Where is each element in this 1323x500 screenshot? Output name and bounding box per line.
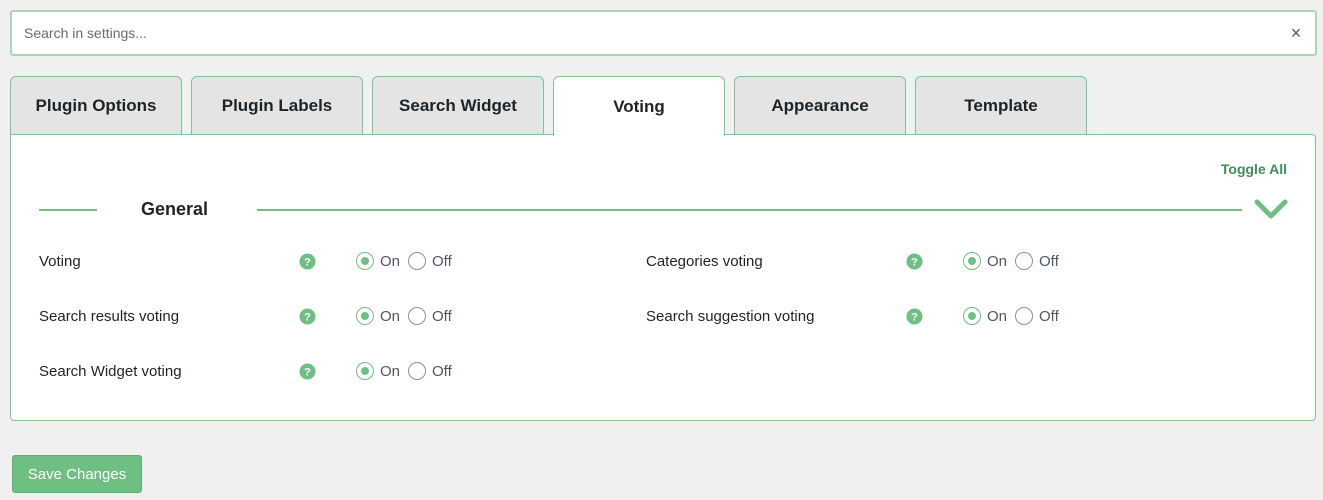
question-circle-icon[interactable]: ? <box>299 307 316 325</box>
radio-label: On <box>380 307 401 325</box>
setting-row-search-widget-voting: Search Widget voting ? On Off <box>39 359 460 383</box>
section-title: General <box>141 199 209 219</box>
setting-label: Search results voting <box>39 307 180 325</box>
search-results-voting-on-radio[interactable]: On <box>356 307 400 325</box>
close-icon[interactable]: × <box>1281 18 1311 48</box>
radio-circle[interactable] <box>963 252 981 270</box>
tab-appearance[interactable]: Appearance <box>734 76 906 135</box>
setting-label: Voting <box>39 252 81 270</box>
categories-voting-off-radio[interactable]: Off <box>1015 252 1059 270</box>
save-changes-button[interactable]: Save Changes <box>12 455 142 493</box>
radio-circle[interactable] <box>408 252 427 270</box>
svg-text:?: ? <box>911 311 918 323</box>
radio-label: Off <box>1039 252 1059 270</box>
general-section-header: General <box>39 197 1289 227</box>
radio-label: Off <box>432 307 452 325</box>
radio-circle[interactable] <box>1015 307 1034 325</box>
tab-template[interactable]: Template <box>915 76 1087 135</box>
toggle-all-link[interactable]: Toggle All <box>1221 161 1287 177</box>
question-circle-icon[interactable]: ? <box>299 252 316 270</box>
setting-label: Search suggestion voting <box>646 307 815 325</box>
question-circle-icon[interactable]: ? <box>299 362 316 380</box>
radio-circle[interactable] <box>356 252 374 270</box>
radio-label: On <box>987 252 1008 270</box>
radio-label: Off <box>1039 307 1059 325</box>
search-results-voting-off-radio[interactable]: Off <box>408 307 452 325</box>
categories-voting-on-radio[interactable]: On <box>963 252 1007 270</box>
radio-label: On <box>380 362 401 380</box>
svg-text:?: ? <box>304 311 311 323</box>
radio-circle[interactable] <box>356 307 374 325</box>
setting-row-voting: Voting ? On Off <box>39 249 460 273</box>
radio-circle[interactable] <box>963 307 981 325</box>
radio-label: On <box>380 252 401 270</box>
radio-circle[interactable] <box>408 307 427 325</box>
tab-voting[interactable]: Voting <box>553 76 725 136</box>
setting-label: Categories voting <box>646 252 763 270</box>
radio-label: Off <box>432 362 452 380</box>
radio-circle[interactable] <box>408 362 427 380</box>
setting-row-search-results-voting: Search results voting ? On Off <box>39 304 460 328</box>
section-divider-left <box>39 209 97 211</box>
setting-label: Search Widget voting <box>39 362 182 380</box>
settings-tabs: Plugin Options Plugin Labels Search Widg… <box>10 76 1096 136</box>
voting-settings-panel: Toggle All General Voting ? On Off Searc… <box>10 134 1316 421</box>
chevron-down-icon[interactable] <box>1253 197 1289 221</box>
setting-row-search-suggestion-voting: Search suggestion voting ? On Off <box>646 304 1067 328</box>
tab-plugin-labels[interactable]: Plugin Labels <box>191 76 363 135</box>
search-suggestion-voting-on-radio[interactable]: On <box>963 307 1007 325</box>
section-divider-right <box>257 209 1242 211</box>
svg-text:?: ? <box>304 256 311 268</box>
search-widget-voting-off-radio[interactable]: Off <box>408 362 452 380</box>
question-circle-icon[interactable]: ? <box>906 252 923 270</box>
settings-search-input[interactable] <box>12 12 1281 54</box>
settings-search-box: × <box>10 10 1317 56</box>
setting-row-categories-voting: Categories voting ? On Off <box>646 249 1067 273</box>
tab-search-widget[interactable]: Search Widget <box>372 76 544 135</box>
svg-text:?: ? <box>304 366 311 378</box>
radio-circle[interactable] <box>1015 252 1034 270</box>
radio-circle[interactable] <box>356 362 374 380</box>
voting-on-radio[interactable]: On <box>356 252 400 270</box>
search-suggestion-voting-off-radio[interactable]: Off <box>1015 307 1059 325</box>
question-circle-icon[interactable]: ? <box>906 307 923 325</box>
voting-off-radio[interactable]: Off <box>408 252 452 270</box>
radio-label: Off <box>432 252 452 270</box>
tab-plugin-options[interactable]: Plugin Options <box>10 76 182 135</box>
search-widget-voting-on-radio[interactable]: On <box>356 362 400 380</box>
radio-label: On <box>987 307 1008 325</box>
svg-text:?: ? <box>911 256 918 268</box>
